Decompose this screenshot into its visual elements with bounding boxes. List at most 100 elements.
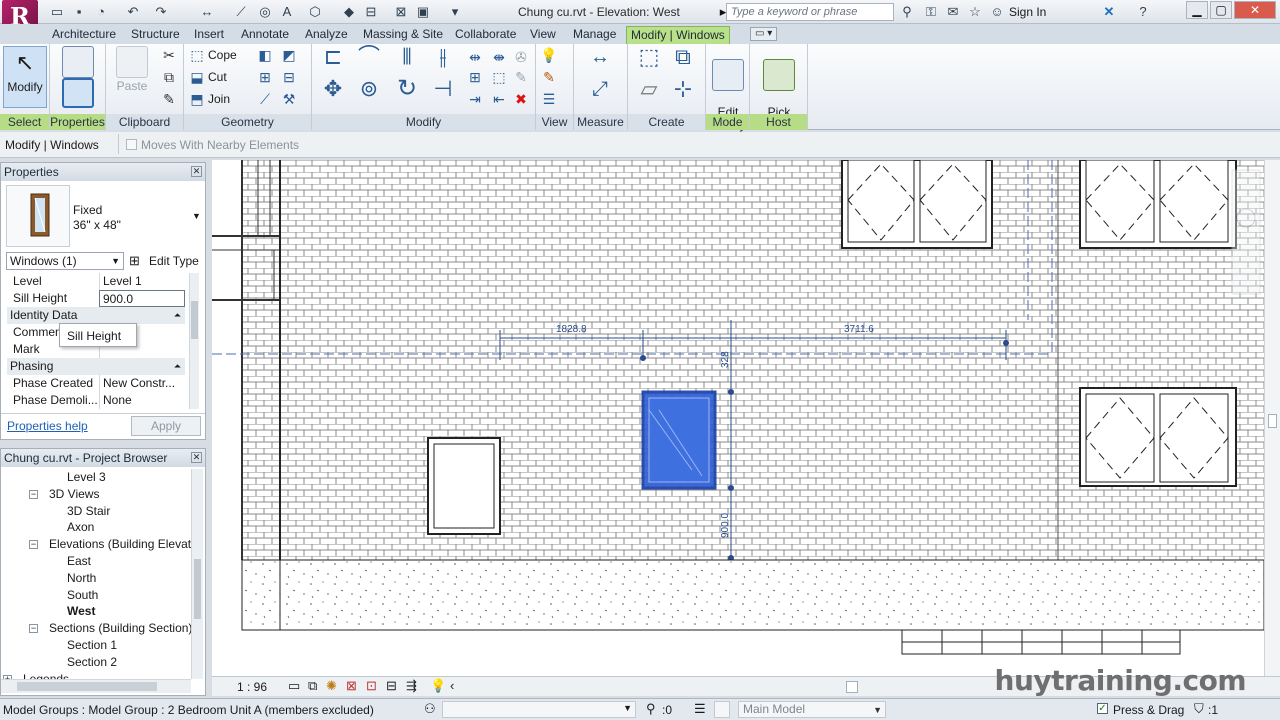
maximize-button[interactable]: ▢: [1210, 1, 1232, 19]
browser-item[interactable]: South: [67, 587, 98, 603]
crop-view-icon[interactable]: ⊡: [366, 678, 377, 694]
dimension-text-3711[interactable]: 3711.6: [844, 324, 874, 335]
window-upper-2[interactable]: [1079, 160, 1237, 249]
design-options-toggle[interactable]: [714, 701, 730, 718]
browser-item[interactable]: North: [67, 570, 96, 586]
shadows-icon[interactable]: ⊠: [346, 678, 357, 694]
browser-item[interactable]: Sections (Building Section): [49, 620, 192, 636]
create-group-icon[interactable]: ▱: [634, 78, 664, 108]
tab-massing-site[interactable]: Massing & Site: [359, 26, 447, 44]
help-icon[interactable]: ?: [1134, 3, 1152, 21]
group-identity-data[interactable]: Identity Data ⏶: [7, 307, 185, 324]
browser-item[interactable]: Section 1: [67, 637, 117, 653]
open-icon[interactable]: ▭: [48, 3, 66, 21]
reveal-hidden-icon[interactable]: 💡: [430, 678, 446, 694]
offset-icon[interactable]: ⌒: [354, 46, 384, 78]
copy-icon[interactable]: ⧉: [160, 68, 178, 86]
elevation-drawing[interactable]: 1828.8 3711.6 328 900.0: [212, 160, 1264, 676]
selected-window[interactable]: [641, 390, 717, 490]
prop-value[interactable]: Level 1: [99, 273, 185, 290]
split-element-icon[interactable]: ⇹: [466, 48, 484, 66]
mirror-axis-icon[interactable]: ⫴: [392, 46, 422, 78]
3d-view-icon[interactable]: ⬡: [306, 3, 324, 21]
browser-scrollbar[interactable]: [191, 469, 203, 679]
paint-icon[interactable]: ◩: [280, 46, 298, 64]
properties-scrollbar[interactable]: [189, 273, 199, 409]
collapse-icon[interactable]: −: [29, 624, 38, 634]
sun-path-icon[interactable]: ✺: [326, 678, 337, 694]
close-icon[interactable]: ✕: [191, 452, 202, 463]
view-scale[interactable]: 1 : 96: [237, 680, 267, 694]
create-similar-icon[interactable]: ⊹: [668, 78, 698, 108]
browser-hscrollbar[interactable]: [1, 679, 191, 693]
browser-item[interactable]: 3D Stair: [67, 503, 110, 519]
browser-item[interactable]: Section 2: [67, 654, 117, 670]
modify-button[interactable]: ↖ Modify: [3, 46, 47, 108]
window-small-left[interactable]: [427, 437, 501, 535]
browser-item[interactable]: East: [67, 553, 91, 569]
browser-item[interactable]: Elevations (Building Elevatio: [49, 536, 200, 552]
scroll-thumb[interactable]: [191, 301, 198, 339]
tab-collaborate[interactable]: Collaborate: [451, 26, 520, 44]
design-option-select[interactable]: Main Model ▼: [738, 701, 886, 718]
pin-icon[interactable]: ✎: [512, 68, 530, 86]
tag-icon[interactable]: ◎: [256, 3, 274, 21]
subscription-icon[interactable]: ⚿: [922, 3, 940, 21]
undo-icon[interactable]: ↶: [124, 3, 142, 21]
footing[interactable]: [901, 629, 1181, 655]
browser-item[interactable]: Level 3: [67, 469, 106, 485]
sync-icon[interactable]: ◔: [92, 3, 110, 21]
group-phasing[interactable]: Phasing ⏶: [7, 358, 185, 375]
sill-height-input[interactable]: 900.0: [99, 290, 185, 307]
split-gap-icon[interactable]: ⇼: [490, 48, 508, 66]
align-icon[interactable]: ⊏: [318, 46, 348, 78]
scale-icon[interactable]: ⬚: [490, 68, 508, 86]
minimize-button[interactable]: ▁: [1186, 1, 1208, 19]
tab-view[interactable]: View: [526, 26, 560, 44]
hide-in-view-icon[interactable]: 💡: [540, 46, 558, 64]
search-input[interactable]: Type a keyword or phrase: [726, 3, 894, 21]
foundation-slab[interactable]: [241, 559, 1264, 631]
close-hidden-icon[interactable]: ⊠: [392, 3, 410, 21]
browser-item[interactable]: Axon: [67, 519, 94, 535]
window-upper-1[interactable]: [841, 160, 993, 249]
design-options-icon[interactable]: ☰: [694, 701, 706, 717]
demolish-icon[interactable]: ⊟: [280, 68, 298, 86]
type-selector-dropdown-icon[interactable]: ▼: [192, 211, 201, 221]
cope-button[interactable]: Cope: [208, 46, 237, 64]
brick-wall-left[interactable]: [242, 160, 280, 560]
filter-icon[interactable]: ⛉: [1194, 701, 1204, 717]
moves-with-nearby-checkbox[interactable]: [126, 139, 137, 150]
trim-single-icon[interactable]: ⇥: [466, 90, 484, 108]
copy-element-icon[interactable]: ⊚: [354, 78, 384, 110]
move-icon[interactable]: ✥: [318, 78, 348, 110]
worksets-icon[interactable]: ⚇: [424, 701, 436, 717]
paste-button[interactable]: Paste: [114, 46, 150, 93]
mirror-draw-icon[interactable]: ⫲: [428, 46, 458, 78]
temporary-hide-icon[interactable]: ⇶: [406, 678, 417, 694]
dimension-text-sill-height[interactable]: 900.0: [720, 513, 731, 538]
user-icon[interactable]: ☺: [988, 3, 1006, 21]
navigation-bar[interactable]: [1231, 169, 1261, 295]
canvas-vertical-scrollbar[interactable]: [1264, 160, 1280, 676]
browser-item[interactable]: West: [67, 603, 95, 619]
collapse-icon[interactable]: −: [29, 489, 38, 499]
redo-icon[interactable]: ↷: [152, 3, 170, 21]
prop-value[interactable]: None: [99, 392, 185, 409]
hammer-icon[interactable]: ⚒: [280, 90, 298, 108]
exchange-apps-icon[interactable]: ✕: [1100, 3, 1118, 21]
dimension-text-vertical-top[interactable]: 328: [720, 351, 731, 368]
hscroll-thumb[interactable]: [17, 682, 157, 691]
section-icon[interactable]: ◆: [340, 3, 358, 21]
tab-insert[interactable]: Insert: [190, 26, 228, 44]
scissors-icon[interactable]: ✂: [160, 46, 178, 64]
browser-item[interactable]: 3D Views: [49, 486, 99, 502]
tab-analyze[interactable]: Analyze: [301, 26, 352, 44]
workset-select[interactable]: ▼: [442, 701, 636, 718]
split-icon[interactable]: ⟋: [256, 90, 274, 108]
favorites-icon[interactable]: ☆: [966, 3, 984, 21]
array-icon[interactable]: ⊞: [466, 68, 484, 86]
rotate-icon[interactable]: ↻: [392, 77, 422, 110]
close-icon[interactable]: ✕: [191, 166, 202, 177]
unpin-icon[interactable]: ✇: [512, 48, 530, 66]
